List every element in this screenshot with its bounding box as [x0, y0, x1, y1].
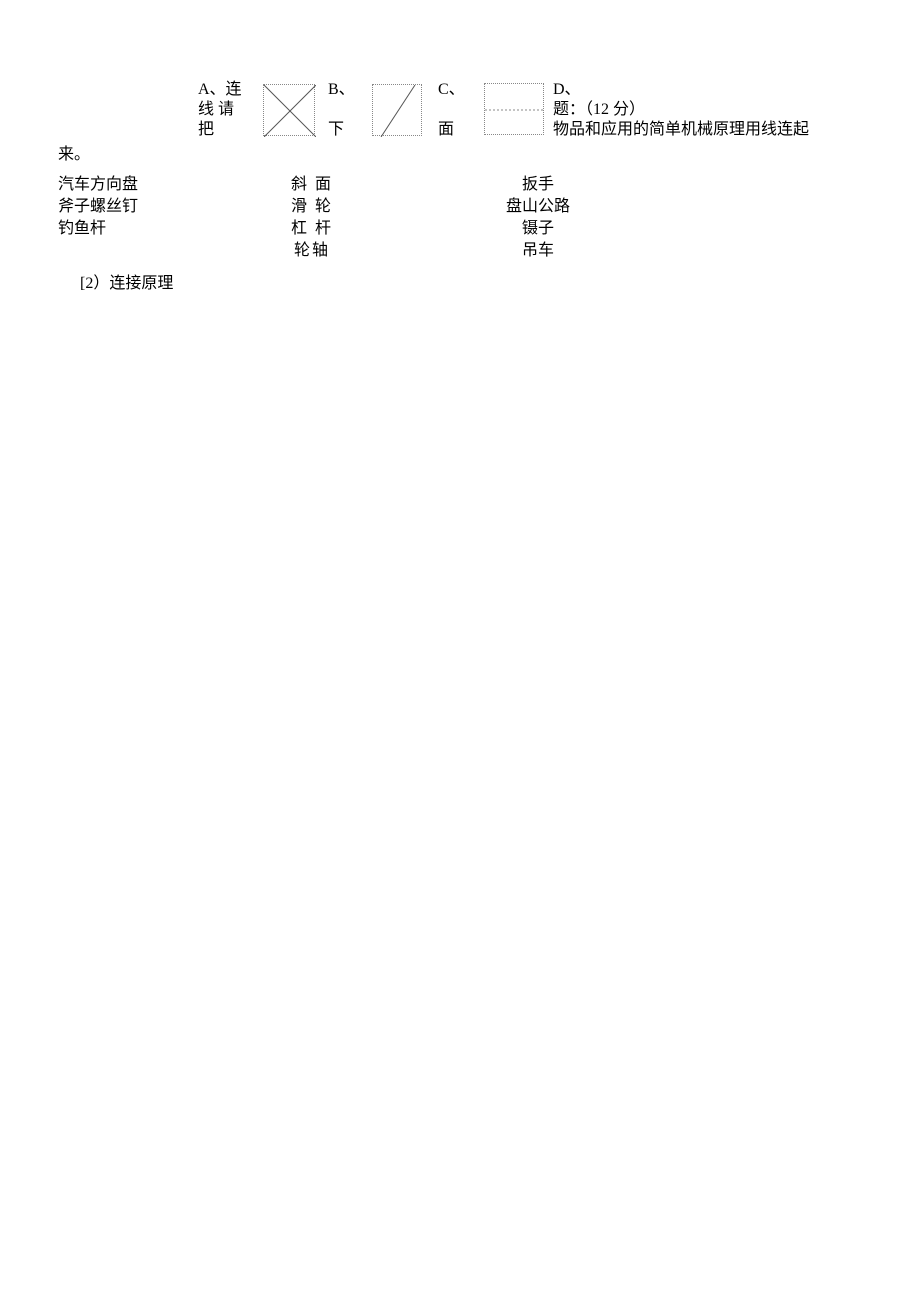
shape-a-box	[263, 84, 315, 136]
label-d-line3: 物品和应用的简单机械原理用线连起	[553, 120, 903, 140]
label-c-line1: C、	[438, 80, 468, 100]
right-item-3: 镊子	[498, 218, 578, 240]
diagonal-icon	[373, 85, 423, 137]
horizontal-line-icon	[485, 84, 545, 136]
label-d-block: D、 题：（12 分） 物品和应用的简单机械原理用线连起	[553, 80, 903, 140]
label-a-line3: 把	[198, 120, 248, 140]
label-a-line1: A、连	[198, 80, 248, 100]
label-b-line2: 下	[328, 120, 358, 140]
right-item-2: 盘山公路	[498, 196, 578, 218]
right-item-4: 吊车	[498, 240, 578, 262]
shape-b-box	[372, 84, 422, 136]
mid-item-1: 斜 面	[282, 174, 342, 196]
spacer	[438, 100, 468, 120]
label-d-line1: D、	[553, 80, 903, 100]
left-item-3: 钓鱼杆	[58, 218, 138, 240]
footer-text: [2）连接原理	[80, 269, 862, 293]
label-b-block: B、 下	[328, 80, 358, 140]
spacer	[328, 100, 358, 120]
label-d-line2: 题：（12 分）	[553, 100, 903, 120]
label-b-line1: B、	[328, 80, 358, 100]
label-c-line2: 面	[438, 120, 468, 140]
x-diagonals-icon	[264, 85, 316, 137]
top-row: A、连 线 请 把 B、 下 C、 面	[58, 80, 862, 140]
mid-item-4: 轮轴	[282, 240, 342, 262]
label-a-block: A、连 线 请 把	[198, 80, 248, 140]
label-c-block: C、 面	[438, 80, 468, 140]
matching-columns: 汽车方向盘 斧子螺丝钉 钓鱼杆 斜 面 滑 轮 杠 杆 轮轴 扳手 盘山公路 镊…	[58, 174, 862, 264]
right-item-1: 扳手	[498, 174, 578, 196]
document-page: A、连 线 请 把 B、 下 C、 面	[0, 0, 920, 293]
mid-item-2: 滑 轮	[282, 196, 342, 218]
continuation-line: 来。	[58, 140, 862, 164]
column-right: 扳手 盘山公路 镊子 吊车	[498, 174, 578, 262]
left-item-1: 汽车方向盘	[58, 174, 138, 196]
mid-item-3: 杠 杆	[282, 218, 342, 240]
column-middle: 斜 面 滑 轮 杠 杆 轮轴	[282, 174, 342, 262]
column-left: 汽车方向盘 斧子螺丝钉 钓鱼杆	[58, 174, 138, 240]
shape-d-box	[484, 83, 544, 135]
left-item-2: 斧子螺丝钉	[58, 196, 138, 218]
label-a-line2: 线 请	[198, 100, 248, 120]
